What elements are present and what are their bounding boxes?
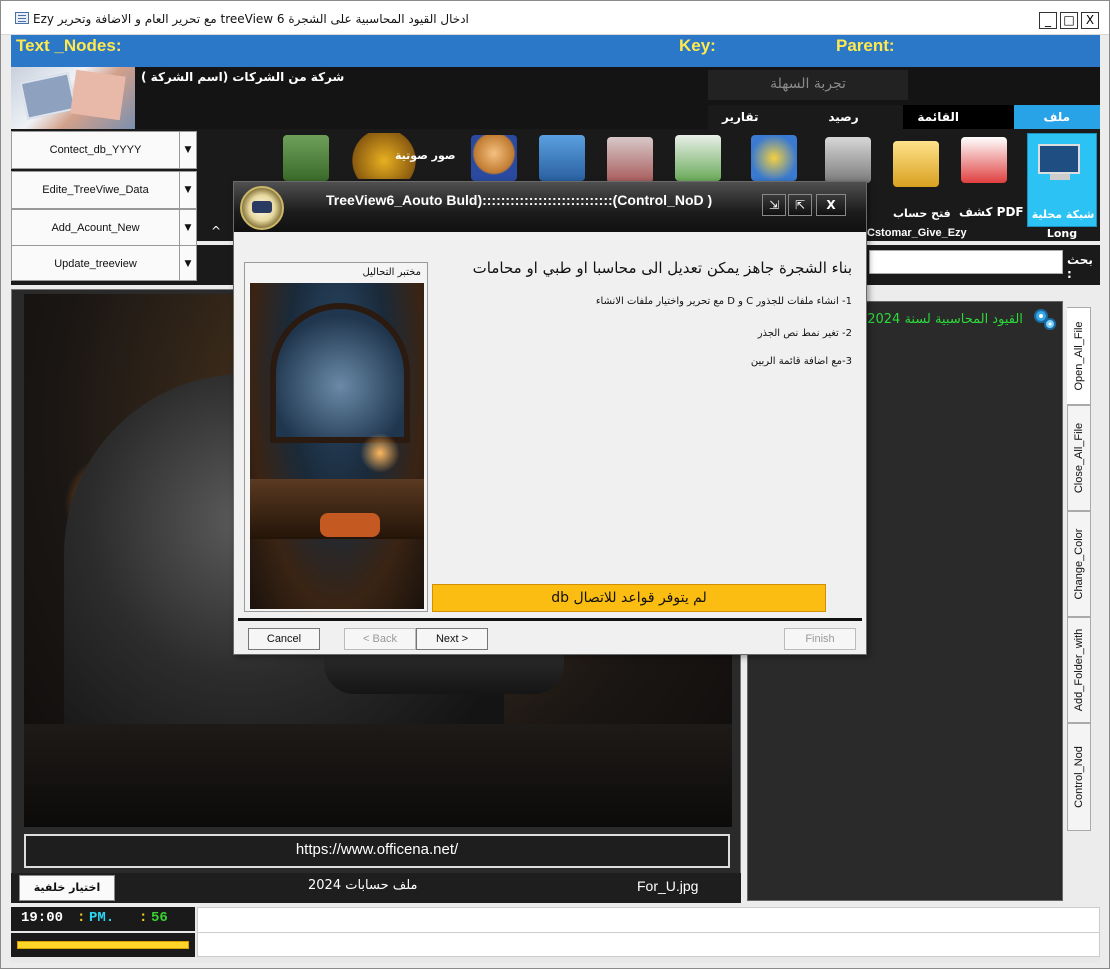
preview-footer: اختيار خلفية ملف حسابات 2024 For_U.jpg bbox=[11, 873, 741, 903]
clock-time: 19:00 bbox=[21, 910, 64, 926]
tree-root-item[interactable]: القيود المحاسبية لسنة 2024 ( bbox=[858, 312, 1023, 327]
tab-close-all-file[interactable]: Close_All_File bbox=[1067, 405, 1091, 511]
choose-background-button[interactable]: اختيار خلفية bbox=[19, 875, 115, 901]
dialog-separator bbox=[238, 618, 862, 621]
update-treeview-button[interactable]: Update_treeview bbox=[11, 245, 179, 281]
pdf-label: كشف PDF bbox=[959, 205, 1024, 219]
dialog-body: مختبر التحاليل بناء الشجرة جاهز يمكن تعد… bbox=[234, 232, 866, 618]
pdf-icon[interactable] bbox=[961, 137, 1007, 183]
card-icon[interactable] bbox=[539, 135, 585, 181]
gears-icon bbox=[1034, 309, 1056, 330]
minimize-button[interactable]: _ bbox=[1039, 12, 1057, 29]
dialog-close-button[interactable]: X bbox=[816, 194, 846, 216]
lab-image bbox=[250, 283, 424, 609]
cancel-button[interactable]: Cancel bbox=[248, 628, 320, 650]
folder-icon[interactable] bbox=[893, 141, 939, 187]
edit-treeview-dropdown[interactable]: ▼ bbox=[179, 171, 197, 209]
dialog-title: TreeView6_Aouto Buld):::::::::::::::::::… bbox=[326, 192, 713, 208]
computer-icon bbox=[1038, 144, 1080, 180]
progress-fill bbox=[17, 941, 189, 949]
open-account-label: فتح حساب bbox=[893, 207, 951, 220]
text-nodes-label: Text _Nodes: bbox=[16, 36, 122, 55]
website-url[interactable]: https://www.officena.net/ bbox=[24, 834, 730, 868]
settings-icon[interactable] bbox=[751, 135, 797, 181]
lab-frame: مختبر التحاليل bbox=[244, 262, 428, 612]
company-name: شركة من الشركات (اسم الشركة ) bbox=[141, 70, 345, 84]
sound-images-label: صور صوتية bbox=[395, 149, 456, 162]
parent-label: Parent: bbox=[836, 36, 895, 55]
long-label: Long bbox=[1046, 227, 1078, 240]
add-account-button[interactable]: Add_Acount_New bbox=[11, 209, 179, 247]
customer-label: Cstomar_Give_Ezy bbox=[867, 227, 967, 239]
clock-separator: : bbox=[77, 910, 86, 926]
tab-treasury[interactable]: رصيد الخزنة bbox=[814, 105, 904, 148]
connect-db-button[interactable]: Contect_db_YYYY bbox=[11, 131, 179, 169]
maximize-icon[interactable]: ⇱ bbox=[788, 194, 812, 216]
clock-seconds: 56 bbox=[151, 910, 168, 926]
dialog-step-1: 1- انشاء ملفات للجذور C و D مع تحرير واخ… bbox=[595, 296, 852, 307]
close-button[interactable]: X bbox=[1081, 12, 1099, 29]
status-bar bbox=[197, 907, 1100, 957]
status-area: 19:00 : PM. : 56 bbox=[11, 907, 1100, 963]
update-treeview-dropdown[interactable]: ▼ bbox=[179, 245, 197, 281]
back-button[interactable]: < Back bbox=[344, 628, 416, 650]
stamp-icon[interactable] bbox=[607, 137, 653, 183]
network-button[interactable]: شبكة محلية bbox=[1027, 133, 1097, 227]
tab-file[interactable]: ملف bbox=[1013, 105, 1100, 129]
dialog-step-2: 2- تغير نمط نص الجذر bbox=[757, 328, 852, 339]
add-account-dropdown[interactable]: ▼ bbox=[179, 209, 197, 247]
dialog-heading: بناء الشجرة جاهز يمكن تعديل الى محاسبا ا… bbox=[472, 259, 852, 277]
company-logo bbox=[11, 67, 135, 129]
tab-control-nod[interactable]: Control_Nod bbox=[1067, 723, 1091, 831]
safe-icon[interactable] bbox=[825, 137, 871, 183]
key-label: Key: bbox=[679, 36, 716, 55]
image-filename: For_U.jpg bbox=[637, 878, 699, 894]
window-title: Ezy مع تحرير العام و الاضافة وتحرير tree… bbox=[33, 12, 469, 26]
tab-change-color[interactable]: Change_Color bbox=[1067, 511, 1091, 617]
lab-label: مختبر التحاليل bbox=[362, 267, 421, 278]
db-warning: لم يتوفر قواعد للاتصال db bbox=[432, 584, 826, 612]
restore-icon[interactable]: ⇲ bbox=[762, 194, 786, 216]
tab-add-folder-with[interactable]: Add_Folder_with bbox=[1067, 617, 1091, 723]
app-icon bbox=[15, 12, 29, 24]
clock: 19:00 : PM. : 56 bbox=[11, 907, 195, 931]
maximize-button[interactable]: □ bbox=[1060, 12, 1078, 29]
clock-separator-2: : bbox=[139, 910, 148, 926]
money-icon[interactable] bbox=[283, 135, 329, 181]
tab-open-all-file[interactable]: Open_All_File bbox=[1067, 307, 1091, 405]
jpg-icon[interactable] bbox=[675, 135, 721, 181]
dialog-step-3: 3-مع اضافة قائمة الربين bbox=[750, 356, 852, 367]
node-info-bar: Text _Nodes: Key: Parent: bbox=[11, 35, 1100, 67]
vertical-tabs: Open_All_File Close_All_File Change_Colo… bbox=[1067, 307, 1091, 831]
collapse-caret[interactable]: ^ bbox=[211, 224, 221, 238]
accounts-file-label: ملف حسابات 2024 bbox=[308, 878, 418, 893]
tab-reports[interactable]: تقارير ومراسلة bbox=[708, 105, 815, 148]
progress-bar bbox=[11, 933, 195, 957]
title-bar: Ezy مع تحرير العام و الاضافة وتحرير tree… bbox=[1, 1, 1109, 35]
ribbon-tabs: تقارير ومراسلة رصيد الخزنة القائمة الرني… bbox=[708, 105, 1100, 148]
wizard-dialog: TreeView6_Aouto Buld):::::::::::::::::::… bbox=[233, 181, 867, 655]
ribbon-header: شركة من الشركات (اسم الشركة ) تجربة السه… bbox=[11, 67, 1100, 148]
engineer-icon[interactable] bbox=[471, 135, 517, 181]
main-window: Ezy مع تحرير العام و الاضافة وتحرير tree… bbox=[0, 0, 1110, 969]
next-button[interactable]: Next > bbox=[416, 628, 488, 650]
search-input[interactable] bbox=[869, 250, 1063, 274]
connect-db-dropdown[interactable]: ▼ bbox=[179, 131, 197, 169]
trial-label: تجربة السهلة bbox=[708, 70, 908, 100]
network-label: شبكة محلية bbox=[1031, 208, 1095, 221]
dialog-logo bbox=[240, 186, 284, 230]
edit-treeview-button[interactable]: Edite_TreeViwe_Data bbox=[11, 171, 179, 209]
finish-button[interactable]: Finish bbox=[784, 628, 856, 650]
search-label: بحث : bbox=[1067, 253, 1093, 281]
dialog-header: TreeView6_Aouto Buld):::::::::::::::::::… bbox=[234, 182, 866, 232]
tab-main-menu[interactable]: القائمة الرنيسية bbox=[903, 105, 1014, 148]
clock-ampm: PM. bbox=[89, 910, 115, 926]
